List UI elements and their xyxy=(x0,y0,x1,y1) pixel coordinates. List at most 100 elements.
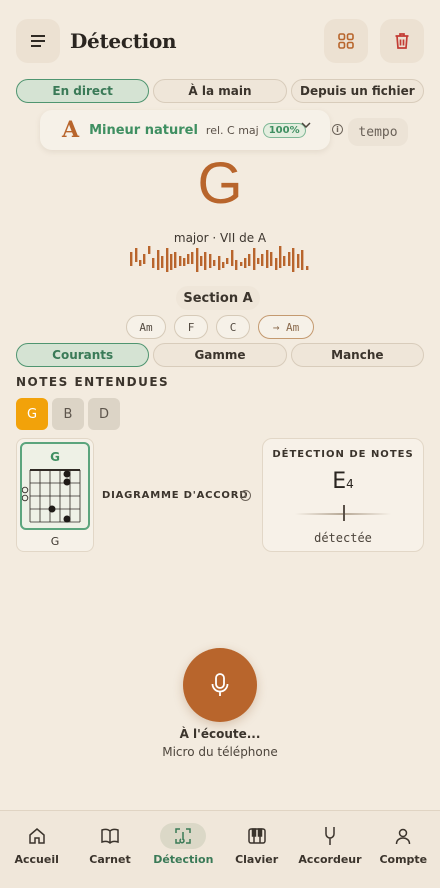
detection-status: détectée xyxy=(314,531,372,545)
menu-button[interactable] xyxy=(16,19,60,63)
waveform-bar xyxy=(297,254,300,268)
key-selector[interactable]: A Mineur naturel rel. C maj 100% xyxy=(40,110,330,150)
user-icon xyxy=(396,828,411,845)
waveform-bar xyxy=(204,252,207,270)
nav-label: Compte xyxy=(379,853,428,866)
waveform-bar xyxy=(266,250,269,268)
waveform-bar xyxy=(135,248,138,262)
waveform-bar xyxy=(166,248,169,272)
nav-label: Accueil xyxy=(14,853,59,866)
diagram-label: G xyxy=(50,535,60,548)
note-chip[interactable]: D xyxy=(88,398,120,430)
waveform-bar xyxy=(226,258,229,264)
key-relative: rel. C maj xyxy=(205,123,259,137)
view-selector: Courants Gamme Manche xyxy=(16,343,424,367)
waveform-bar xyxy=(170,254,173,270)
waveform-bar xyxy=(183,258,186,266)
page-title: Détection xyxy=(70,29,177,53)
view-tab-fretboard[interactable]: Manche xyxy=(290,343,424,367)
waveform-bar xyxy=(244,258,247,268)
waveform-bar xyxy=(301,250,304,270)
mode-tab-manual[interactable]: À la main xyxy=(153,79,287,103)
detected-note: E4 xyxy=(332,469,354,494)
waveform-bar xyxy=(248,254,251,266)
waveform-bar xyxy=(261,254,264,266)
info-icon[interactable]: i xyxy=(332,124,343,135)
nav-item-detection[interactable]: Détection xyxy=(147,811,220,888)
chord-description: major · VII de A xyxy=(173,231,267,245)
view-tab-current[interactable]: Courants xyxy=(16,343,150,367)
waveform-bar xyxy=(161,256,164,268)
menu-icon xyxy=(31,35,45,47)
chord-diagram-card[interactable]: G G xyxy=(16,438,94,552)
chevron-down-icon[interactable] xyxy=(300,120,312,130)
detection-icon xyxy=(175,828,192,844)
delete-button[interactable] xyxy=(380,19,424,63)
audio-waveform xyxy=(130,246,309,272)
waveform-bar xyxy=(283,256,286,266)
chord-progression: Am F C → Am xyxy=(0,315,440,339)
nav-label: Accordeur xyxy=(298,853,362,866)
mode-tab-live[interactable]: En direct xyxy=(16,79,150,103)
chord-diagram-title: DIAGRAMME D'ACCORD xyxy=(102,490,249,501)
waveform-bar xyxy=(143,254,146,264)
progression-chip[interactable]: C xyxy=(216,315,250,339)
chord-diagram: G xyxy=(20,442,90,530)
key-note: A xyxy=(62,117,80,143)
tuning-fork-icon xyxy=(325,827,335,845)
tuner-needle xyxy=(343,505,345,521)
waveform-bar xyxy=(253,248,256,270)
current-chord: G xyxy=(197,151,243,216)
mode-selector: En direct À la main Depuis un fichier xyxy=(16,79,424,103)
note-detection-title: DÉTECTION DE NOTES xyxy=(272,449,414,460)
waveform-bar xyxy=(213,260,216,266)
waveform-bar xyxy=(139,260,142,266)
waveform-bar xyxy=(257,258,260,264)
section-label[interactable]: Section A xyxy=(176,286,260,310)
nav-item-account[interactable]: Compte xyxy=(367,811,440,888)
waveform-bar xyxy=(292,248,295,272)
waveform-bar xyxy=(191,252,194,264)
listening-status: À l'écoute... xyxy=(179,727,261,741)
waveform-bar xyxy=(231,250,234,266)
tempo-button[interactable]: tempo xyxy=(348,118,408,146)
heard-notes: G B D xyxy=(16,398,120,430)
mode-tab-file[interactable]: Depuis un fichier xyxy=(290,79,424,103)
waveform-bar xyxy=(196,248,199,272)
home-icon xyxy=(28,828,45,844)
note-chip[interactable]: B xyxy=(52,398,84,430)
waveform-bar xyxy=(187,254,190,264)
view-tab-scale[interactable]: Gamme xyxy=(153,343,287,367)
progression-chip[interactable]: Am xyxy=(126,315,166,339)
waveform-bar xyxy=(270,252,273,266)
trash-icon xyxy=(395,33,409,49)
book-icon xyxy=(101,828,119,845)
nav-item-keyboard[interactable]: Clavier xyxy=(220,811,293,888)
key-mode: Mineur naturel xyxy=(89,122,198,138)
microphone-button[interactable] xyxy=(183,648,257,722)
waveform-bar xyxy=(209,254,212,268)
bottom-navigation: Accueil Carnet Détection Clavier Accorde… xyxy=(0,810,440,888)
waveform-bar xyxy=(288,252,291,266)
nav-item-home[interactable]: Accueil xyxy=(0,811,73,888)
waveform-bar xyxy=(179,256,182,266)
grid-icon xyxy=(338,33,354,49)
waveform-bar xyxy=(218,256,221,270)
info-icon[interactable]: i xyxy=(240,490,251,501)
piano-icon xyxy=(247,828,266,844)
grid-view-button[interactable] xyxy=(324,19,368,63)
waveform-bar xyxy=(279,246,282,268)
progression-chip-next[interactable]: → Am xyxy=(258,315,314,339)
nav-item-tuner[interactable]: Accordeur xyxy=(293,811,366,888)
waveform-bar xyxy=(148,246,151,254)
nav-item-notebook[interactable]: Carnet xyxy=(73,811,146,888)
note-detection-card: DÉTECTION DE NOTES E4 détectée xyxy=(262,438,424,552)
note-chip-active[interactable]: G xyxy=(16,398,48,430)
progression-chip[interactable]: F xyxy=(174,315,208,339)
waveform-bar xyxy=(240,262,243,266)
waveform-bar xyxy=(130,252,133,266)
waveform-bar xyxy=(152,258,155,268)
nav-label: Clavier xyxy=(235,853,279,866)
diagram-chord-name: G xyxy=(50,450,60,464)
microphone-icon xyxy=(211,673,229,696)
